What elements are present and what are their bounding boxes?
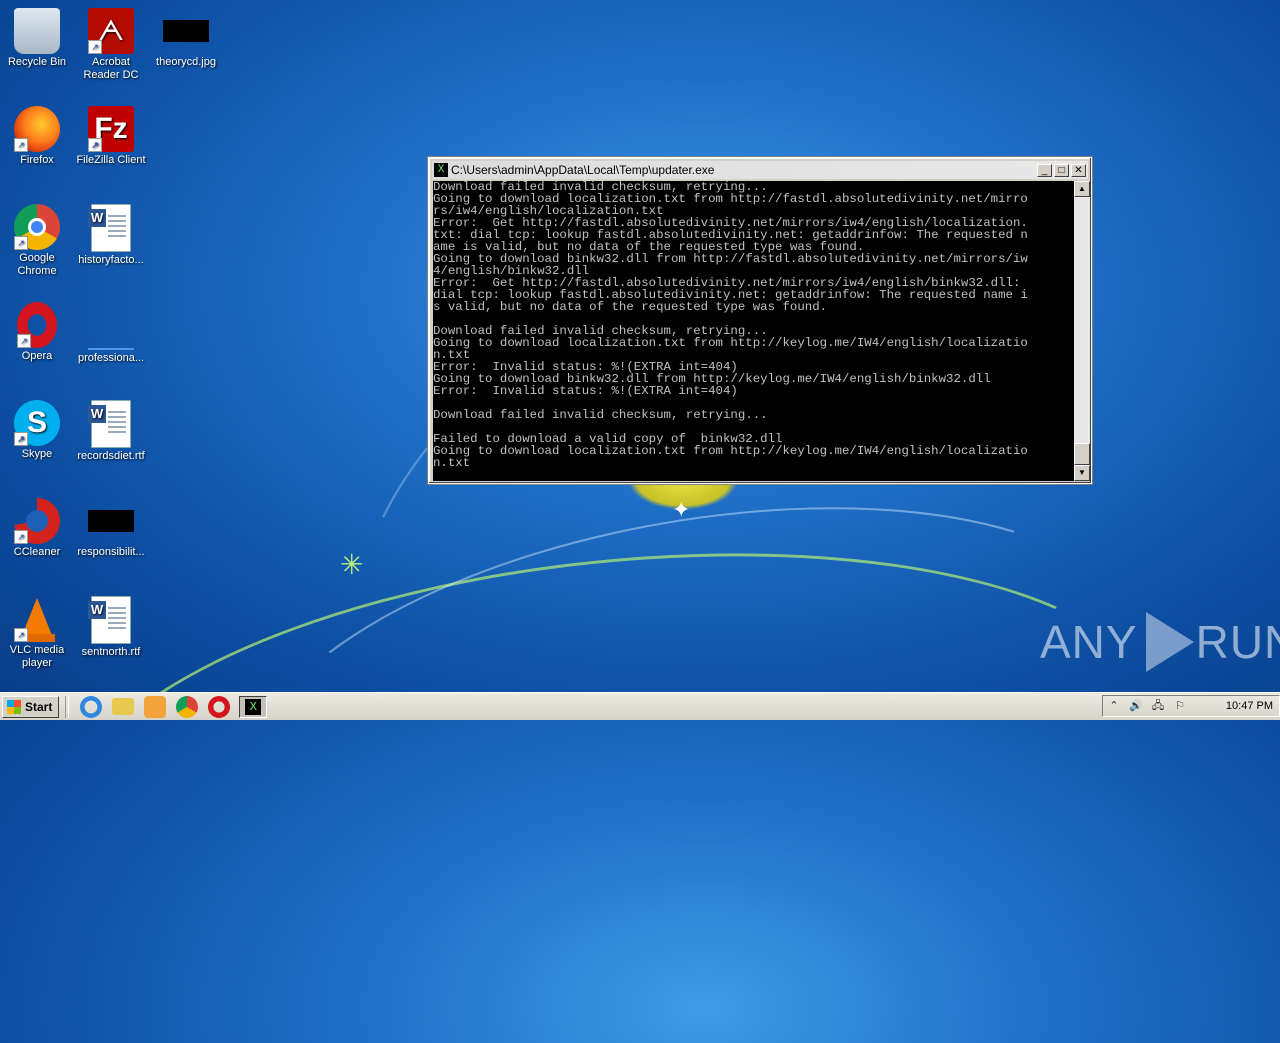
desktop-icon-theorycd[interactable]: theorycd.jpg — [149, 8, 223, 69]
desktop-icon-responsibilit[interactable]: responsibilit... — [74, 498, 148, 559]
ccleaner-icon: ↗ — [14, 498, 60, 544]
desktop-icon-vlc[interactable]: ↗ VLC media player — [0, 596, 74, 670]
desktop-icon-chrome[interactable]: ↗ Google Chrome — [0, 204, 74, 278]
scroll-thumb[interactable] — [1074, 443, 1090, 465]
windows-logo-icon — [7, 699, 21, 714]
taskbar-separator — [65, 695, 70, 718]
desktop-icon-recordsdiet[interactable]: recordsdiet.rtf — [74, 400, 148, 463]
maximize-button[interactable]: □ — [1054, 163, 1069, 177]
opera-icon: ↗ — [17, 302, 57, 348]
console-output[interactable]: Download failed invalid checksum, retryi… — [433, 181, 1074, 481]
recycle-bin-icon — [14, 8, 60, 54]
sparkle-icon: ✦ — [672, 497, 691, 522]
console-line: Error: Invalid status: %!(EXTRA int=404) — [433, 384, 738, 398]
opera-icon[interactable] — [208, 695, 231, 718]
chrome-icon: ↗ — [14, 204, 60, 250]
sparkle-icon: ✳ — [340, 549, 364, 580]
scroll-down-button[interactable]: ▼ — [1074, 465, 1090, 481]
console-line: Going to download localization.txt from … — [433, 444, 1028, 458]
tray-expand-icon[interactable]: ⌃ — [1106, 698, 1122, 714]
image-file-icon — [88, 510, 134, 532]
console-line: Download failed invalid checksum, retryi… — [433, 408, 768, 422]
vertical-scrollbar[interactable]: ▲ ▼ — [1074, 181, 1090, 481]
skype-icon: S ↗ — [14, 400, 60, 446]
system-tray: ⌃ 🔊 🖧 ⚐ 10:47 PM — [1102, 695, 1280, 717]
volume-icon[interactable]: 🔊 — [1128, 698, 1144, 714]
word-doc-icon — [88, 204, 131, 252]
taskbar: Start X ⌃ 🔊 🖧 ⚐ 10:47 PM — [0, 692, 1280, 720]
desktop-icon-recycle-bin[interactable]: Recycle Bin — [0, 8, 74, 69]
console-line: s valid, but no data of the requested ty… — [433, 300, 828, 314]
window-titlebar[interactable]: X C:\Users\admin\AppData\Local\Temp\upda… — [432, 161, 1088, 179]
filezilla-icon: Fz ↗ — [88, 106, 134, 152]
desktop-icon-skype[interactable]: S ↗ Skype — [0, 400, 74, 461]
desktop-icon-firefox[interactable]: ↗ Firefox — [0, 106, 74, 167]
anyrun-watermark: ANY RUN — [1040, 612, 1280, 672]
taskbar-item-updater[interactable]: X — [239, 695, 268, 718]
media-player-icon[interactable] — [144, 695, 167, 718]
file-icon — [88, 302, 134, 350]
word-doc-icon — [88, 596, 131, 644]
desktop-icon-ccleaner[interactable]: ↗ CCleaner — [0, 498, 74, 559]
desktop-icon-opera[interactable]: ↗ Opera — [0, 302, 74, 363]
firefox-icon: ↗ — [14, 106, 60, 152]
acrobat-icon: ᗅ ↗ — [88, 8, 134, 54]
desktop-icon-historyfacto[interactable]: historyfacto... — [74, 204, 148, 267]
window-title: C:\Users\admin\AppData\Local\Temp\update… — [451, 163, 715, 177]
internet-explorer-icon[interactable] — [80, 695, 103, 718]
action-center-flag-icon[interactable]: ⚐ — [1172, 698, 1188, 714]
console-window[interactable]: X C:\Users\admin\AppData\Local\Temp\upda… — [428, 157, 1092, 484]
taskbar-clock[interactable]: 10:47 PM — [1226, 700, 1273, 712]
chrome-icon[interactable] — [176, 695, 199, 718]
desktop-icon-professiona[interactable]: professiona... — [74, 302, 148, 365]
word-doc-icon — [88, 400, 131, 448]
console-text: Download failed invalid checksum, retryi… — [433, 181, 1074, 469]
minimize-button[interactable]: _ — [1037, 163, 1052, 177]
desktop-icon-filezilla[interactable]: Fz ↗ FileZilla Client — [74, 106, 148, 167]
scroll-up-button[interactable]: ▲ — [1074, 181, 1090, 197]
vlc-icon: ↗ — [14, 596, 60, 642]
desktop-icon-acrobat[interactable]: ᗅ ↗ Acrobat Reader DC — [74, 8, 148, 82]
console-line: Going to download localization.txt from … — [433, 336, 1028, 350]
image-file-icon — [163, 20, 209, 42]
console-icon: X — [245, 698, 262, 715]
console-line: n.txt — [433, 456, 471, 470]
play-logo-icon — [1145, 612, 1194, 672]
network-icon[interactable]: 🖧 — [1150, 698, 1166, 714]
console-icon: X — [434, 163, 448, 177]
close-button[interactable]: ✕ — [1071, 163, 1086, 177]
start-button[interactable]: Start — [2, 695, 60, 718]
folder-icon[interactable] — [112, 698, 135, 715]
desktop-icon-sentnorth[interactable]: sentnorth.rtf — [74, 596, 148, 659]
